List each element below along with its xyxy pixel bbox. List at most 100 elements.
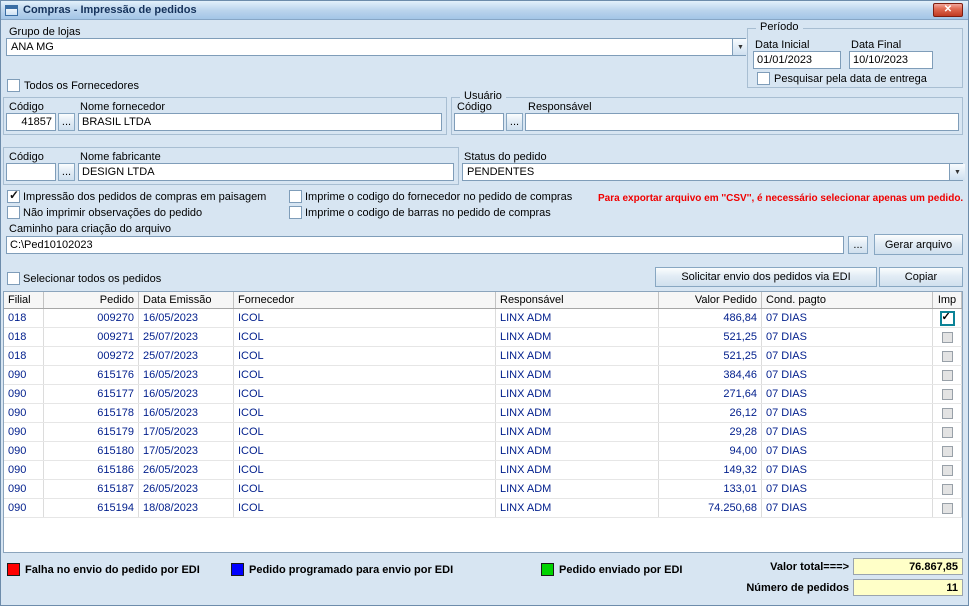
fabricante-codigo-label: Código xyxy=(9,151,44,163)
table-row[interactable]: 090 615186 26/05/2023 ICOL LINX ADM 149,32 07 … xyxy=(4,461,962,480)
imp-checkbox[interactable] xyxy=(941,331,953,343)
copiar-button[interactable]: Copiar xyxy=(879,267,963,287)
cell-imp xyxy=(933,480,962,498)
pesquisar-entrega-checkbox[interactable] xyxy=(757,72,770,85)
cell-cond: 07 DIAS xyxy=(762,442,933,460)
table-row[interactable]: 090 615180 17/05/2023 ICOL LINX ADM 94,00 07 D… xyxy=(4,442,962,461)
imp-checkbox[interactable] xyxy=(941,369,953,381)
grupo-lojas-value: ANA MG xyxy=(11,41,54,53)
responsavel-input[interactable] xyxy=(525,113,959,131)
cell-cond: 07 DIAS xyxy=(762,366,933,384)
column-header-imp[interactable]: Imp xyxy=(933,292,962,308)
table-row[interactable]: 018 009270 16/05/2023 ICOL LINX ADM 486,84 07 … xyxy=(4,309,962,328)
fabricante-browse-button[interactable]: ... xyxy=(58,163,75,181)
usuario-codigo-label: Código xyxy=(457,101,492,113)
orders-table: Filial Pedido Data Emissão Fornecedor Respon… xyxy=(3,291,963,553)
solicitar-edi-button[interactable]: Solicitar envio dos pedidos via EDI xyxy=(655,267,877,287)
orders-table-body: 018 009270 16/05/2023 ICOL LINX ADM 486,84 07 … xyxy=(4,309,962,518)
imp-checkbox[interactable] xyxy=(941,464,953,476)
cell-pedido: 615180 xyxy=(44,442,139,460)
table-row[interactable]: 090 615194 18/08/2023 ICOL LINX ADM 74.250,68… xyxy=(4,499,962,518)
column-header-responsavel[interactable]: Responsável xyxy=(496,292,659,308)
cell-cond: 07 DIAS xyxy=(762,347,933,365)
cell-valor: 149,32 xyxy=(659,461,762,479)
table-row[interactable]: 090 615176 16/05/2023 ICOL LINX ADM 384,46 07 … xyxy=(4,366,962,385)
nao-imprimir-obs-checkbox[interactable] xyxy=(7,206,20,219)
cell-filial: 090 xyxy=(4,442,44,460)
cell-fornecedor: ICOL xyxy=(234,442,496,460)
imp-checkbox[interactable] xyxy=(941,502,953,514)
cell-valor: 133,01 xyxy=(659,480,762,498)
edi-scheduled-color-swatch xyxy=(231,563,244,576)
column-header-cond[interactable]: Cond. pagto xyxy=(762,292,933,308)
cell-fornecedor: ICOL xyxy=(234,423,496,441)
caminho-arquivo-input[interactable] xyxy=(6,236,844,254)
fabricante-nome-input[interactable] xyxy=(78,163,454,181)
chevron-down-icon[interactable]: ▼ xyxy=(732,39,748,55)
grupo-lojas-select[interactable]: ANA MG ▼ xyxy=(6,38,748,56)
cell-responsavel: LINX ADM xyxy=(496,499,659,517)
imp-checkbox[interactable] xyxy=(941,350,953,362)
cell-fornecedor: ICOL xyxy=(234,480,496,498)
cell-fornecedor: ICOL xyxy=(234,309,496,327)
data-inicial-input[interactable] xyxy=(753,51,841,69)
chevron-down-icon[interactable]: ▼ xyxy=(949,164,965,180)
cell-filial: 090 xyxy=(4,404,44,422)
imp-checkbox[interactable] xyxy=(941,483,953,495)
table-row[interactable]: 018 009271 25/07/2023 ICOL LINX ADM 521,25 07 … xyxy=(4,328,962,347)
usuario-browse-button[interactable]: ... xyxy=(506,113,523,131)
table-row[interactable]: 018 009272 25/07/2023 ICOL LINX ADM 521,25 07 … xyxy=(4,347,962,366)
fornecedor-codigo-input[interactable] xyxy=(6,113,56,131)
cell-data: 18/08/2023 xyxy=(139,499,234,517)
table-row[interactable]: 090 615178 16/05/2023 ICOL LINX ADM 26,12 07 D… xyxy=(4,404,962,423)
column-header-data[interactable]: Data Emissão xyxy=(139,292,234,308)
cell-cond: 07 DIAS xyxy=(762,328,933,346)
fabricante-codigo-input[interactable] xyxy=(6,163,56,181)
title-bar[interactable]: Compras - Impressão de pedidos ✕ xyxy=(1,1,968,20)
paisagem-label: Impressão dos pedidos de compras em pais… xyxy=(23,191,267,203)
table-row[interactable]: 090 615187 26/05/2023 ICOL LINX ADM 133,01 07 … xyxy=(4,480,962,499)
compras-window: Compras - Impressão de pedidos ✕ Grupo d… xyxy=(0,0,969,606)
data-final-label: Data Final xyxy=(851,39,902,51)
imp-checkbox[interactable] xyxy=(941,407,953,419)
usuario-codigo-input[interactable] xyxy=(454,113,504,131)
caminho-browse-button[interactable]: ... xyxy=(848,236,868,254)
table-row[interactable]: 090 615179 17/05/2023 ICOL LINX ADM 29,28 07 D… xyxy=(4,423,962,442)
column-header-fornecedor[interactable]: Fornecedor xyxy=(234,292,496,308)
column-header-filial[interactable]: Filial xyxy=(4,292,44,308)
cell-responsavel: LINX ADM xyxy=(496,442,659,460)
fornecedor-nome-input[interactable] xyxy=(78,113,442,131)
cell-valor: 74.250,68 xyxy=(659,499,762,517)
imprime-cod-barras-label: Imprime o codigo de barras no pedido de … xyxy=(305,207,551,219)
todos-fornecedores-checkbox[interactable] xyxy=(7,79,20,92)
imp-checkbox[interactable] xyxy=(941,445,953,457)
edi-sent-label: Pedido enviado por EDI xyxy=(559,564,683,576)
column-header-valor[interactable]: Valor Pedido xyxy=(659,292,762,308)
close-button[interactable]: ✕ xyxy=(933,3,963,17)
cell-valor: 521,25 xyxy=(659,347,762,365)
imp-checkbox[interactable] xyxy=(941,426,953,438)
gerar-arquivo-button[interactable]: Gerar arquivo xyxy=(874,234,963,255)
edi-fail-label: Falha no envio do pedido por EDI xyxy=(25,564,200,576)
responsavel-label: Responsável xyxy=(528,101,592,113)
imp-checkbox[interactable] xyxy=(941,388,953,400)
numero-pedidos-value: 11 xyxy=(853,579,963,596)
valor-total-value: 76.867,85 xyxy=(853,558,963,575)
status-pedido-select[interactable]: PENDENTES ▼ xyxy=(462,163,965,181)
cell-imp xyxy=(933,499,962,517)
data-final-input[interactable] xyxy=(849,51,933,69)
fornecedor-browse-button[interactable]: ... xyxy=(58,113,75,131)
cell-valor: 271,64 xyxy=(659,385,762,403)
data-inicial-label: Data Inicial xyxy=(755,39,810,51)
paisagem-checkbox[interactable] xyxy=(7,188,20,203)
table-row[interactable]: 090 615177 16/05/2023 ICOL LINX ADM 271,64 07 … xyxy=(4,385,962,404)
status-pedido-value: PENDENTES xyxy=(467,166,535,178)
imprime-cod-fornecedor-checkbox[interactable] xyxy=(289,190,302,203)
close-icon: ✕ xyxy=(943,4,953,15)
column-header-pedido[interactable]: Pedido xyxy=(44,292,139,308)
imprime-cod-barras-checkbox[interactable] xyxy=(289,206,302,219)
imp-checkbox[interactable] xyxy=(939,310,955,326)
selecionar-todos-checkbox[interactable] xyxy=(7,272,20,285)
cell-valor: 486,84 xyxy=(659,309,762,327)
cell-imp xyxy=(933,461,962,479)
